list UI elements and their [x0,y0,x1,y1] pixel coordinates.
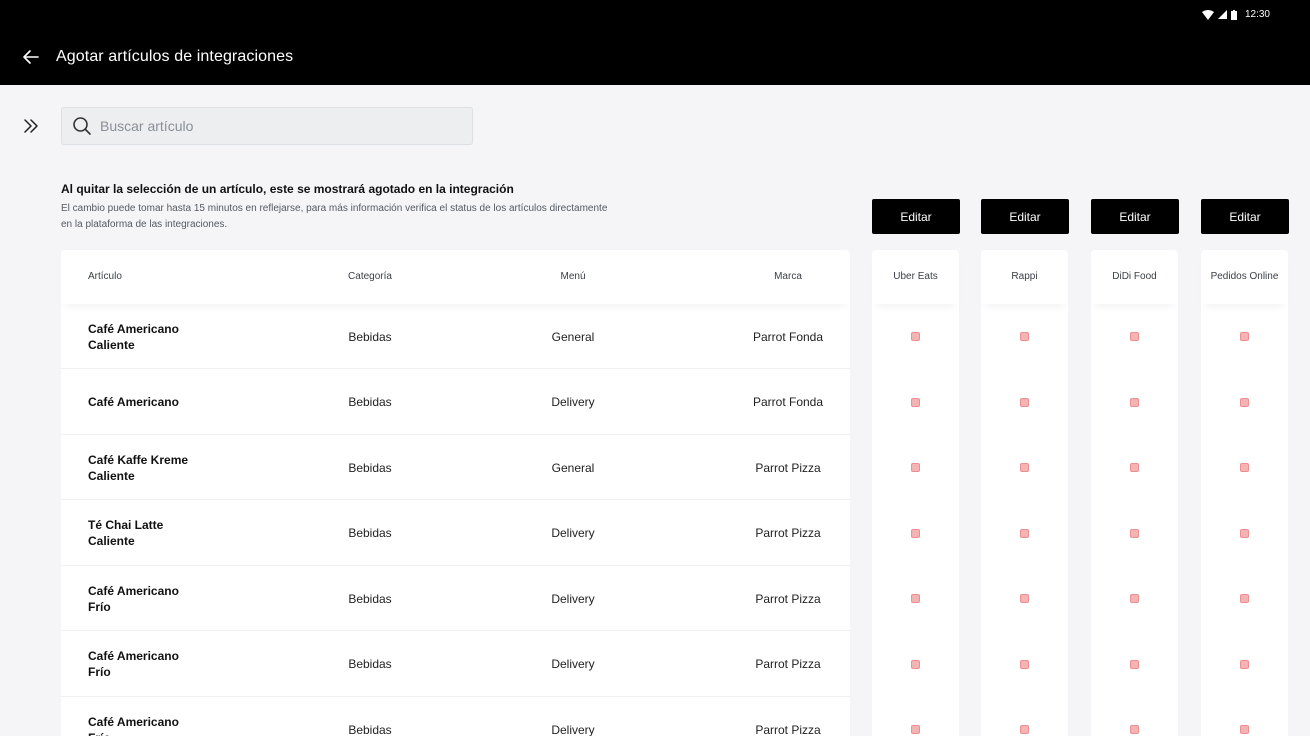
search-box[interactable] [61,107,473,145]
article-name: Café Americano Caliente [88,321,179,352]
availability-checkbox[interactable] [1020,528,1029,538]
table-row: Café Americano Caliente Bebidas General Par… [61,304,850,369]
double-chevron-right-icon[interactable] [20,115,42,137]
table-row: Café Americano Frío Bebidas Delivery Parrot… [61,697,850,736]
notice-title: Al quitar la selección de un artículo, e… [61,182,514,196]
integration-header: Pedidos Online [1201,250,1288,304]
integration-column-rappi: Rappi [981,250,1068,736]
column-header-menu: Menú [560,271,586,282]
integration-column-pedidos-online: Pedidos Online [1201,250,1288,736]
table-row: Té Chai Latte Caliente Bebidas Delivery Par… [61,501,850,566]
article-name: Té Chai Latte Caliente [88,518,164,548]
edit-button-didi-food[interactable]: Editar [1091,199,1179,234]
article-brand: Parrot Fonda [752,329,824,344]
article-name: Café Americano Frío [88,714,179,736]
availability-checkbox[interactable] [1240,332,1249,341]
article-name: Café Americano [88,395,179,409]
article-brand: Parrot Pizza [755,526,821,540]
table-row: Café Americano Bebidas Delivery Parrot Fond… [61,370,850,435]
availability-checkbox[interactable] [1240,463,1249,472]
availability-checkbox[interactable] [1130,659,1139,669]
edit-button-rappi[interactable]: Editar [981,199,1069,234]
availability-checkbox[interactable] [1130,594,1139,603]
article-menu: Delivery [551,722,595,736]
edit-button-uber-eats[interactable]: Editar [872,199,960,234]
availability-checkbox[interactable] [911,332,920,341]
article-menu: Delivery [551,591,595,606]
column-header-article: Artículo [88,271,122,282]
table-row: Café Kaffe Kreme Caliente Bebidas General P… [61,435,850,500]
table-row: Café Americano Frío Bebidas Delivery Parrot… [61,566,850,631]
notice-text: El cambio puede tomar hasta 15 minutos e… [61,203,608,230]
status-bar: 12:30 [1201,9,1270,20]
article-category: Bebidas [348,591,392,606]
availability-checkbox[interactable] [1020,397,1029,407]
availability-checkbox[interactable] [1240,594,1249,603]
article-menu: Delivery [551,657,595,671]
table-row: Café Americano Frío Bebidas Delivery Parrot… [61,632,850,697]
article-category: Bebidas [348,722,392,736]
integration-header: DiDi Food [1091,250,1178,304]
availability-checkbox[interactable] [911,594,920,603]
article-category: Bebidas [348,526,392,540]
column-header-category: Categoría [348,271,392,282]
search-icon [73,117,91,135]
article-menu: General [551,460,595,475]
availability-checkbox[interactable] [1240,659,1249,669]
page-title: Agotar artículos de integraciones [56,48,294,65]
availability-checkbox[interactable] [1020,659,1029,669]
availability-checkbox[interactable] [1240,397,1249,407]
availability-checkbox[interactable] [911,397,920,407]
availability-checkbox[interactable] [1240,528,1249,538]
availability-checkbox[interactable] [911,528,920,538]
availability-checkbox[interactable] [1130,332,1139,341]
article-brand: Parrot Fonda [752,395,824,409]
article-brand: Parrot Pizza [755,722,821,736]
article-category: Bebidas [348,395,392,409]
availability-checkbox[interactable] [1130,528,1139,538]
search-input[interactable] [100,118,460,134]
app-header: 12:30 Agotar artículos de integraciones [0,0,1310,85]
availability-checkbox[interactable] [1240,725,1249,734]
signal-icon [1217,10,1227,19]
edit-button-pedidos-online[interactable]: Editar [1201,199,1289,234]
article-menu: Delivery [551,395,595,409]
article-menu: General [551,329,595,344]
integration-column-uber-eats: Uber Eats [872,250,959,736]
availability-checkbox[interactable] [1130,397,1139,407]
availability-checkbox[interactable] [911,725,920,734]
article-brand: Parrot Pizza [755,591,821,606]
availability-checkbox[interactable] [1130,463,1139,472]
column-header-brand: Marca [774,271,802,282]
integration-header: Rappi [981,250,1068,304]
articles-table: Artículo Categoría Menú Marca Café Ameri… [61,250,850,736]
status-time: 12:30 [1244,9,1270,20]
article-brand: Parrot Pizza [755,657,821,671]
article-menu: Delivery [551,526,595,540]
availability-checkbox[interactable] [1020,332,1029,341]
wifi-icon [1201,9,1214,20]
arrow-left-icon[interactable] [20,46,42,68]
article-name: Café Americano Frío [88,583,179,614]
article-category: Bebidas [348,460,392,475]
availability-checkbox[interactable] [1020,594,1029,603]
integration-header: Uber Eats [872,250,959,304]
article-name: Café Kaffe Kreme Caliente [88,452,189,483]
article-category: Bebidas [348,657,392,671]
availability-checkbox[interactable] [911,659,920,669]
integration-column-didi-food: DiDi Food [1091,250,1178,736]
table-header: Artículo Categoría Menú Marca [61,250,850,304]
availability-checkbox[interactable] [1020,463,1029,472]
article-brand: Parrot Pizza [755,460,821,475]
availability-checkbox[interactable] [911,463,920,472]
article-name: Café Americano Frío [88,649,179,679]
article-category: Bebidas [348,329,392,344]
availability-checkbox[interactable] [1020,725,1029,734]
availability-checkbox[interactable] [1130,725,1139,734]
battery-icon [1230,9,1237,20]
